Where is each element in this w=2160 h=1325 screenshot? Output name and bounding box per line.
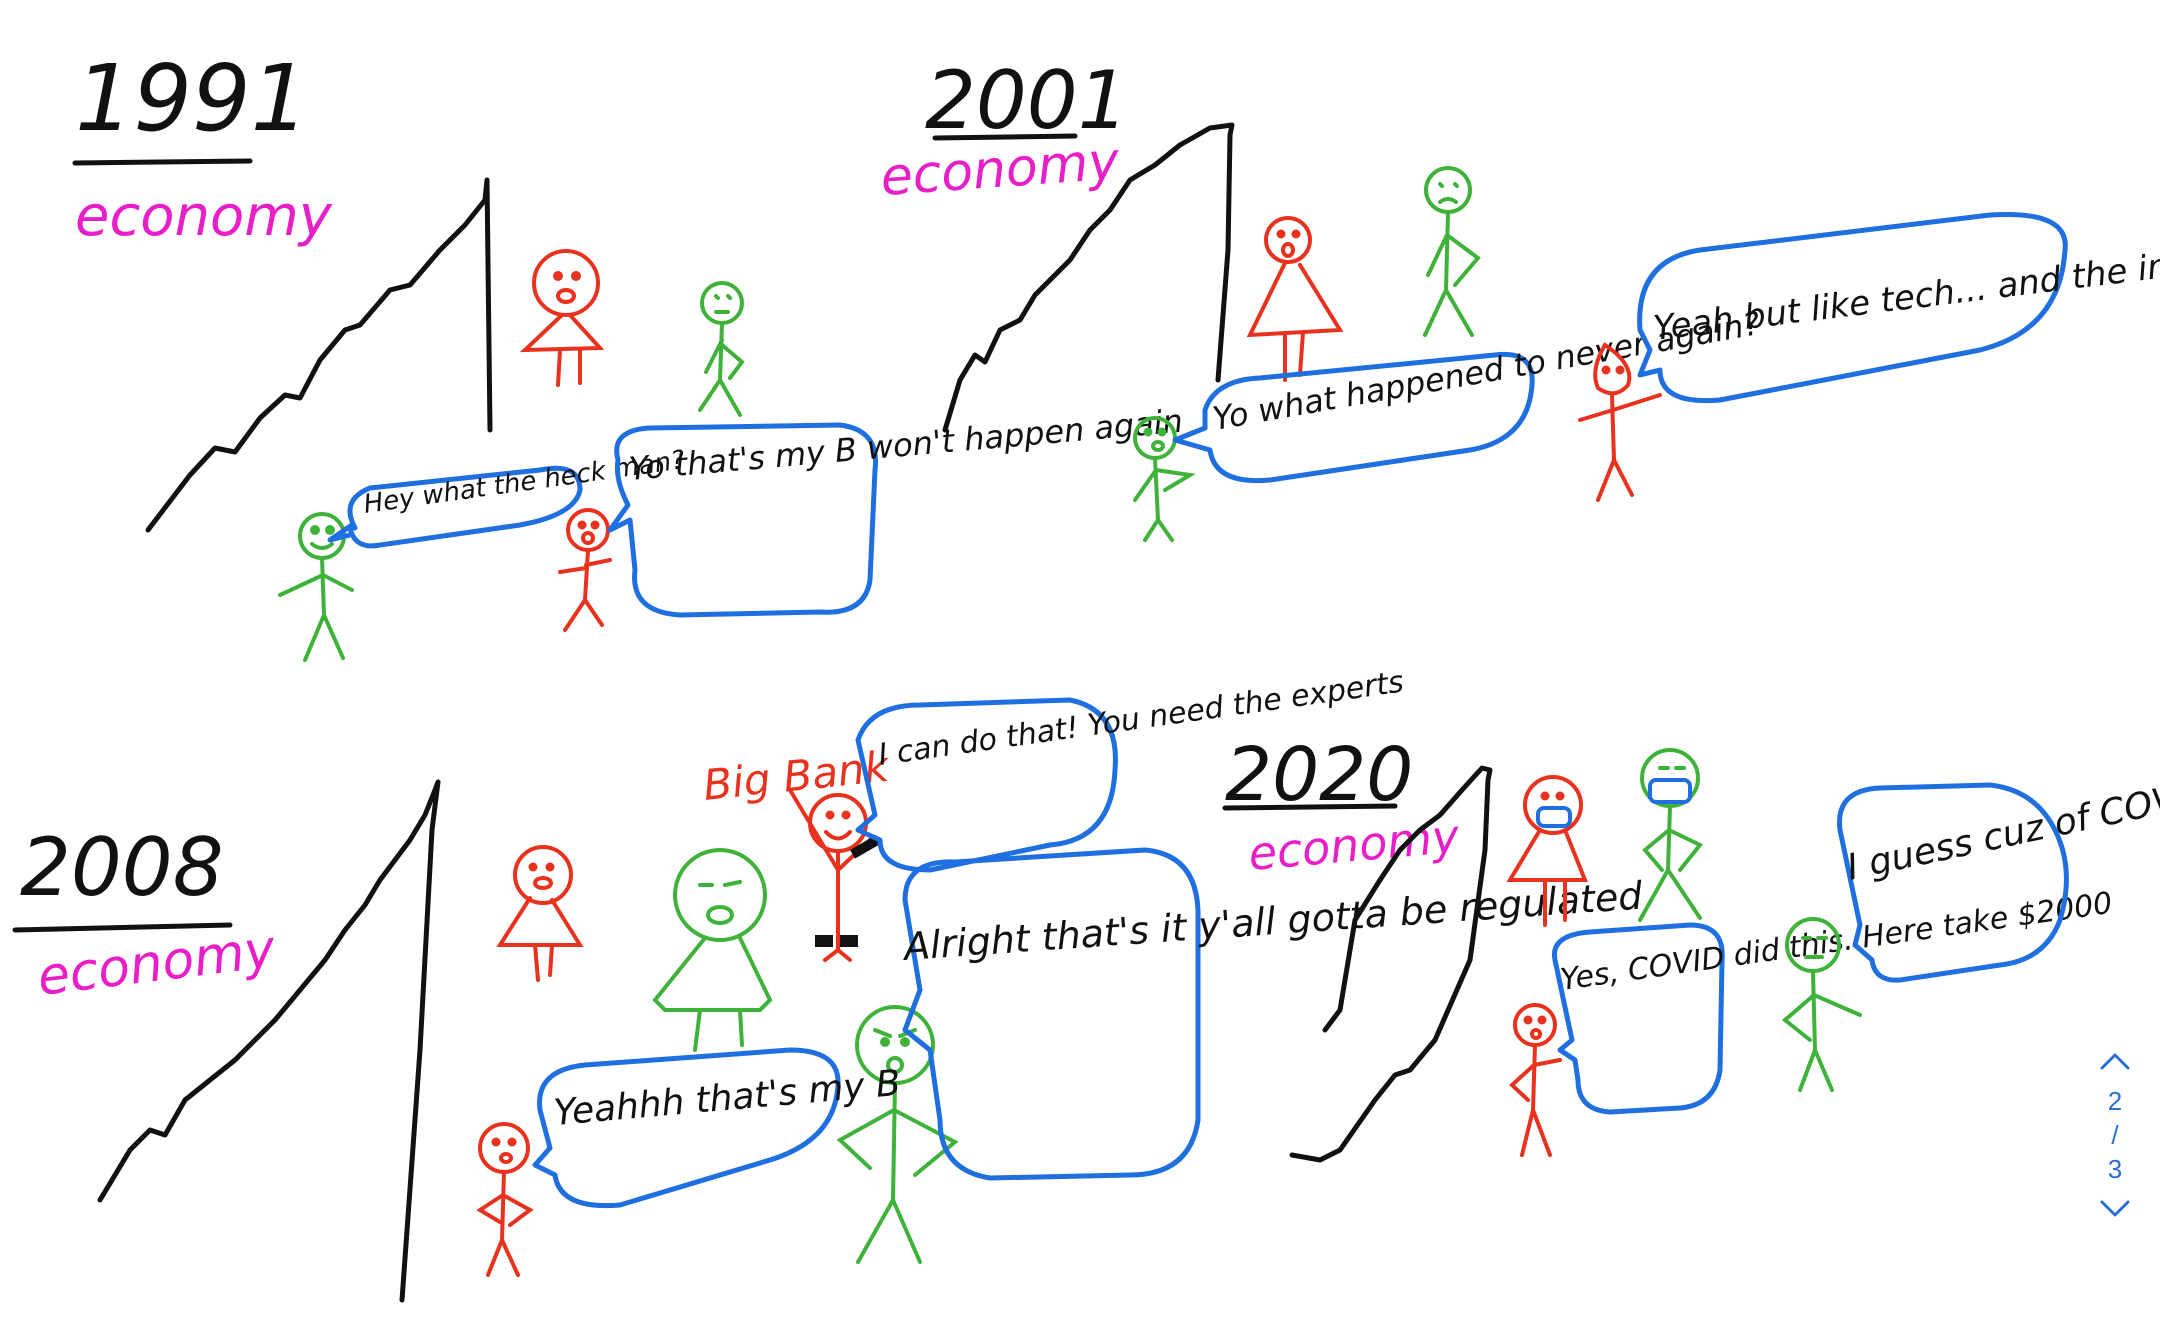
page-navigator: 2 / 3 bbox=[2090, 1040, 2140, 1280]
panel-2020: 2020 economy Yes, COVID did this. Here t… bbox=[1222, 732, 2160, 1163]
next-page-button[interactable] bbox=[2090, 1186, 2140, 1230]
chevron-up-icon bbox=[2100, 1053, 2130, 1070]
face-mask-icon bbox=[1536, 806, 1572, 828]
page-total: 3 bbox=[2107, 1154, 2123, 1184]
bubble-text-4: Yeah but like tech... and the internet bbox=[1651, 233, 2160, 349]
year-underline bbox=[72, 158, 253, 166]
red-person-2001-a bbox=[1246, 216, 1344, 382]
economy-label: economy bbox=[879, 131, 1122, 208]
page-separator: / bbox=[2111, 1120, 2119, 1150]
big-bank-person bbox=[788, 788, 872, 962]
green-person-1991 bbox=[698, 281, 745, 417]
face-mask-icon bbox=[1648, 778, 1692, 804]
economy-label: economy bbox=[34, 919, 279, 1008]
green-person-2020-a bbox=[1638, 748, 1704, 922]
economy-label: economy bbox=[1246, 809, 1462, 881]
red-person-1991-b bbox=[558, 508, 612, 632]
red-person-2008-b bbox=[476, 1122, 534, 1277]
red-person-1991-a bbox=[519, 249, 605, 387]
year-2008: 2008 bbox=[20, 821, 224, 914]
year-1991: 1991 bbox=[75, 45, 309, 152]
comic-canvas: 1991 economy Hey what the heck man? Yo t… bbox=[12, 45, 2160, 1303]
green-person-2008-a bbox=[652, 848, 773, 1052]
economy-label: economy bbox=[75, 184, 333, 249]
year-underline bbox=[1222, 803, 1398, 811]
previous-page-button[interactable] bbox=[2090, 1040, 2140, 1084]
bubble-text-7: Yeahhh that's my B bbox=[552, 1063, 902, 1134]
panel-2001: 2001 economy Yo what happened to never a… bbox=[879, 54, 2160, 542]
bubble-text-2: Yo that's my B won't happen again bbox=[627, 402, 1184, 488]
red-person-2020-b bbox=[1509, 1003, 1562, 1157]
green-person-2008-b bbox=[836, 1005, 959, 1264]
bubble-text-6: Alright that's it y'all gotta be regulat… bbox=[900, 873, 1645, 969]
page-current: 2 bbox=[2107, 1086, 2123, 1116]
red-person-2008-a bbox=[496, 845, 584, 982]
green-person-2001-a bbox=[1423, 166, 1481, 337]
speech-bubble-6 bbox=[902, 847, 1201, 1181]
chevron-down-icon bbox=[2100, 1200, 2130, 1217]
